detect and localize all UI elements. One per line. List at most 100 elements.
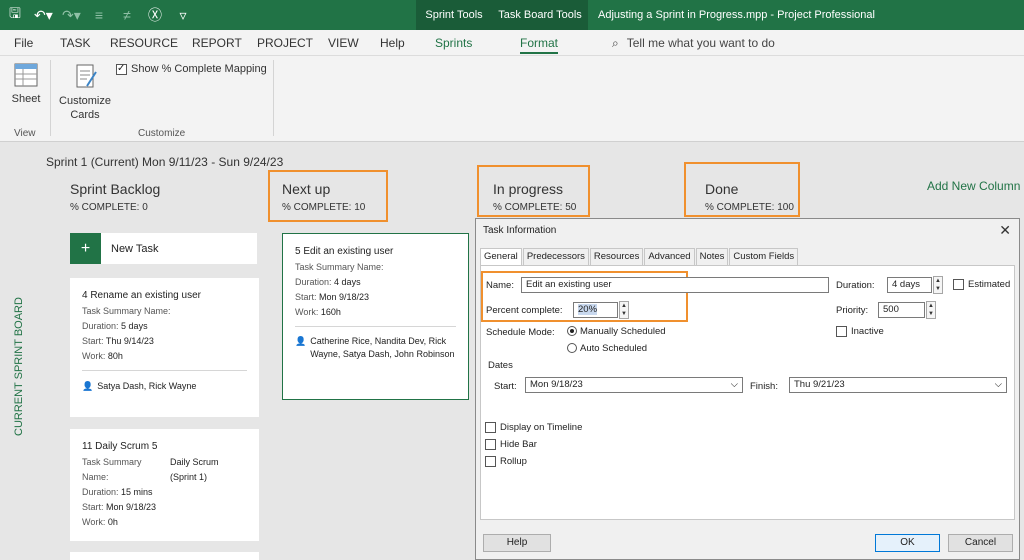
name-label: Name: (486, 280, 514, 291)
task-card-partial[interactable] (70, 552, 259, 560)
percent-complete-spinner[interactable]: ▲ ▼ (619, 301, 629, 319)
task-card-rename-user[interactable]: 4 Rename an existing user Task Summary N… (70, 278, 259, 417)
add-new-column-link[interactable]: Add New Column (927, 179, 1020, 193)
card-start-label: Start: (295, 292, 317, 302)
group-customize-label: Customize (138, 128, 186, 139)
task-card-daily-scrum[interactable]: 11 Daily Scrum 5 Task Summary Name: Daily… (70, 429, 259, 541)
priority-label: Priority: (836, 305, 869, 316)
manually-scheduled-label: Manually Scheduled (580, 326, 666, 337)
card-duration-label: Duration: (82, 321, 119, 331)
start-date-dropdown[interactable]: Mon 9/18/23 ⌵ (525, 377, 743, 393)
menu-resource[interactable]: RESOURCE (110, 30, 178, 56)
auto-scheduled-label: Auto Scheduled (580, 343, 648, 354)
tab-general[interactable]: General (480, 248, 522, 266)
column-title-in-progress[interactable]: In progress (493, 181, 563, 197)
title-bar: 🖫 ↶▾ ↷▾ ≡ ≠ Ⓧ ▿ Sprint Tools Task Board … (0, 0, 1024, 30)
cancel-button[interactable]: Cancel (948, 534, 1013, 552)
card-duration: 15 mins (121, 487, 153, 497)
name-input[interactable]: Edit an existing user (521, 277, 829, 293)
new-task-label: New Task (111, 242, 159, 255)
menu-file[interactable]: File (14, 30, 33, 56)
manually-scheduled-radio[interactable]: Manually Scheduled (567, 326, 666, 337)
customize-cards-button[interactable]: Customize Cards (58, 62, 112, 122)
tab-resources[interactable]: Resources (589, 248, 644, 265)
menu-project[interactable]: PROJECT (257, 30, 313, 56)
unlink-tasks-icon[interactable]: ≠ (118, 7, 136, 23)
tab-notes[interactable]: Notes (695, 248, 729, 265)
save-icon[interactable]: 🖫 (6, 3, 24, 27)
estimated-label: Estimated (968, 279, 1011, 291)
column-pct-done: % COMPLETE: 100 (705, 202, 794, 213)
card-duration: 4 days (334, 277, 361, 287)
tab-advanced[interactable]: Advanced (644, 248, 695, 265)
card-start: Thu 9/14/23 (105, 336, 154, 346)
search-icon: ⌕ (612, 36, 619, 50)
inactive-checkbox[interactable]: Inactive (836, 326, 884, 337)
percent-complete-input[interactable]: 20% (573, 302, 618, 318)
tell-me-box[interactable]: ⌕ Tell me what you want to do (612, 30, 775, 56)
ribbon-separator (50, 60, 51, 136)
tab-task-board-tools[interactable]: Task Board Tools (492, 0, 588, 30)
close-icon[interactable]: ✕ (999, 222, 1011, 239)
rollup-checkbox[interactable]: Rollup (485, 456, 527, 467)
menu-view[interactable]: VIEW (328, 30, 359, 56)
rollup-label: Rollup (500, 456, 527, 468)
auto-scheduled-radio[interactable]: Auto Scheduled (567, 343, 647, 354)
card-work-label: Work: (82, 517, 106, 527)
menu-task[interactable]: TASK (60, 30, 90, 56)
rollup-check-icon (485, 456, 496, 467)
sheet-label: Sheet (11, 93, 41, 105)
menu-format[interactable]: Format (520, 30, 559, 56)
show-mapping-label: Show % Complete Mapping (131, 63, 267, 75)
estimated-checkbox[interactable]: Estimated (953, 279, 1010, 290)
sheet-button[interactable]: Sheet (8, 62, 44, 106)
priority-input[interactable]: 500 (878, 302, 925, 318)
card-people: Satya Dash, Rick Wayne (97, 381, 197, 391)
radio-icon (567, 343, 577, 354)
window-title: Adjusting a Sprint in Progress.mpp - Pro… (598, 9, 875, 21)
ribbon: Sheet Customize Cards Show % Complete Ma… (0, 56, 1024, 142)
help-button[interactable]: Help (483, 534, 551, 552)
card-summary: Daily Scrum (Sprint 1) (170, 457, 219, 482)
timeline-check-icon (485, 422, 496, 433)
hide-bar-label: Hide Bar (500, 439, 537, 451)
display-on-timeline-checkbox[interactable]: Display on Timeline (485, 422, 582, 433)
display-on-timeline-label: Display on Timeline (500, 422, 583, 434)
card-work: 160h (320, 307, 341, 317)
new-task-button[interactable]: + New Task (70, 233, 257, 264)
column-title-next-up[interactable]: Next up (282, 181, 330, 197)
finish-date-dropdown[interactable]: Thu 9/21/23 ⌵ (789, 377, 1007, 393)
dialog-tabs: General Predecessors Resources Advanced … (480, 248, 799, 266)
menu-sprints[interactable]: Sprints (435, 30, 472, 56)
card-title: 5 Edit an existing user (295, 246, 394, 257)
sheet-icon (14, 63, 38, 87)
column-title-backlog[interactable]: Sprint Backlog (70, 181, 160, 197)
duration-spinner[interactable]: ▲ ▼ (933, 276, 943, 294)
menu-report[interactable]: REPORT (192, 30, 242, 56)
tab-sprint-tools[interactable]: Sprint Tools (416, 0, 492, 30)
person-icon: 👤 (295, 336, 307, 346)
customize-qat-icon[interactable]: ▿ (174, 7, 192, 24)
column-title-done[interactable]: Done (705, 181, 738, 197)
menu-help[interactable]: Help (380, 30, 405, 56)
link-tasks-icon[interactable]: ≡ (90, 7, 108, 23)
redo-icon[interactable]: ↷▾ (62, 7, 81, 24)
ribbon-separator (273, 60, 274, 136)
card-title: 4 Rename an existing user (82, 290, 201, 301)
percent-complete-label: Percent complete: (486, 305, 563, 316)
ok-button[interactable]: OK (875, 534, 940, 552)
duration-input[interactable]: 4 days (887, 277, 932, 293)
hide-bar-checkbox[interactable]: Hide Bar (485, 439, 537, 450)
card-people: Catherine Rice, Nandita Dev, Rick Wayne,… (310, 336, 455, 359)
tab-predecessors[interactable]: Predecessors (522, 248, 589, 265)
undo-icon[interactable]: ↶▾ (34, 7, 53, 24)
tab-custom-fields[interactable]: Custom Fields (729, 248, 799, 265)
inactivate-icon[interactable]: Ⓧ (146, 5, 164, 25)
show-mapping-checkbox[interactable]: Show % Complete Mapping (116, 62, 267, 76)
card-start-label: Start: (82, 502, 104, 512)
chevron-down-icon: ⌵ (994, 379, 1002, 390)
inactive-label: Inactive (851, 326, 884, 338)
chevron-down-icon: ⌵ (730, 379, 738, 390)
task-card-edit-user[interactable]: 5 Edit an existing user Task Summary Nam… (282, 233, 469, 400)
priority-spinner[interactable]: ▲ ▼ (926, 301, 936, 319)
